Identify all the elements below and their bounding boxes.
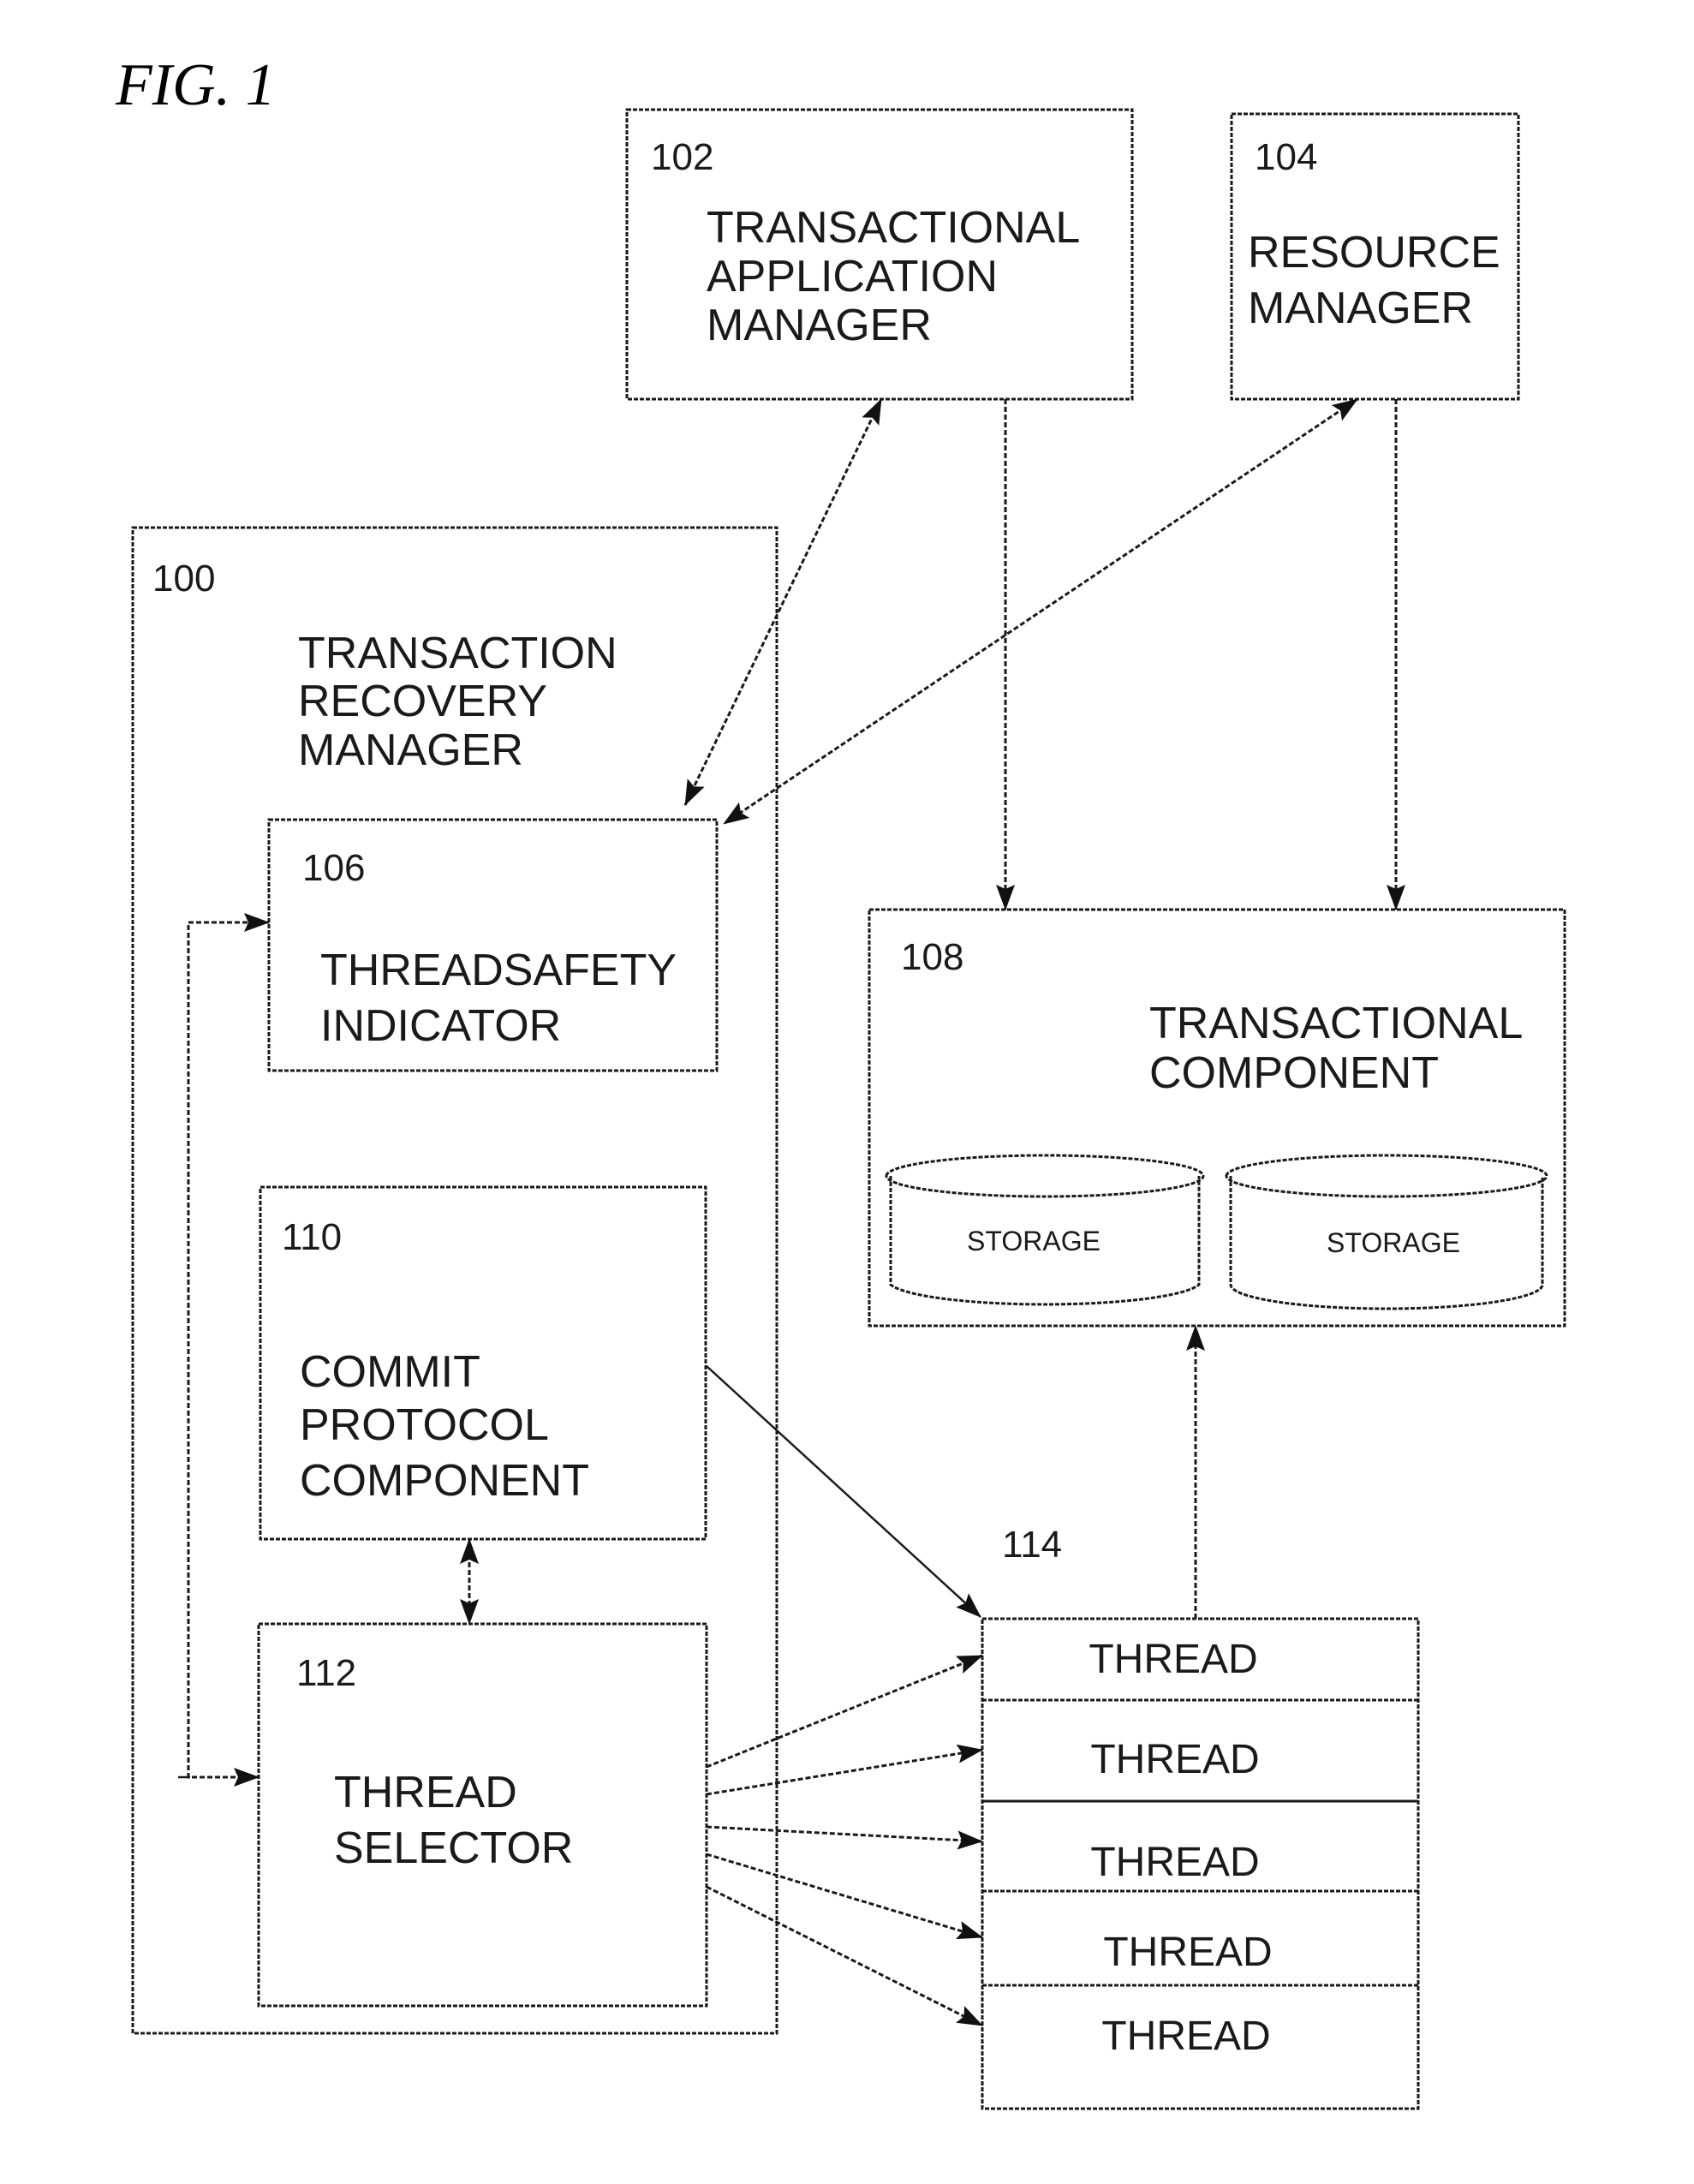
storage-label: STORAGE — [1327, 1227, 1460, 1258]
node-label-line: PROTOCOL — [300, 1400, 549, 1450]
node-thread-selector: 112 THREAD SELECTOR — [257, 1622, 708, 2008]
node-label-line: MANAGER — [298, 725, 523, 775]
thread-item: THREAD — [1101, 2014, 1270, 2059]
thread-item: THREAD — [1103, 1930, 1272, 1975]
node-label-line: APPLICATION — [707, 252, 998, 301]
node-label-line: TRANSACTIONAL — [707, 203, 1080, 253]
reference-number: 102 — [651, 136, 713, 178]
node-label-line: COMPONENT — [1149, 1048, 1439, 1098]
node-thread-pool: 114 THREAD THREAD THREAD THREAD THREAD — [981, 1524, 1420, 2110]
node-label-line: THREADSAFETY — [320, 946, 677, 995]
node-label-line: COMPONENT — [300, 1456, 589, 1506]
reference-number: 104 — [1255, 136, 1317, 178]
node-label-line: COMMIT — [300, 1347, 480, 1397]
node-label-line: MANAGER — [1248, 283, 1473, 333]
storage-label: STORAGE — [967, 1226, 1101, 1256]
node-label-line: MANAGER — [707, 301, 932, 350]
reference-number: 114 — [1002, 1524, 1062, 1566]
node-transactional-component: 108 TRANSACTIONAL COMPONENT STORAGE STOR… — [868, 908, 1566, 1328]
figure-title: FIG. 1 — [115, 52, 276, 118]
node-label-line: INDICATOR — [320, 1001, 561, 1051]
node-transactional-application-manager: 102 TRANSACTIONAL APPLICATION MANAGER — [625, 108, 1134, 401]
node-label-line: RESOURCE — [1248, 228, 1500, 277]
node-box — [868, 908, 1566, 1328]
thread-item: THREAD — [1090, 1737, 1259, 1782]
arrow-104-106 — [723, 397, 1358, 826]
thread-item: THREAD — [1089, 1637, 1257, 1682]
node-resource-manager: 104 RESOURCE MANAGER — [1230, 112, 1520, 401]
reference-number: 112 — [296, 1652, 356, 1694]
reference-number: 106 — [302, 847, 365, 889]
diagram-canvas: FIG. 1 102 TRANSACTIONAL APPLICATION MAN… — [115, 52, 1566, 2110]
node-label-line: THREAD — [334, 1768, 517, 1817]
node-threadsafety-indicator: 106 THREADSAFETY INDICATOR — [267, 818, 719, 1072]
reference-number: 108 — [901, 936, 963, 978]
node-label-line: SELECTOR — [334, 1823, 573, 1873]
node-label-line: RECOVERY — [298, 677, 547, 726]
reference-number: 110 — [282, 1216, 342, 1258]
node-label-line: TRANSACTION — [298, 629, 617, 678]
thread-item: THREAD — [1090, 1840, 1259, 1885]
node-commit-protocol-component: 110 COMMIT PROTOCOL COMPONENT — [259, 1185, 707, 1541]
node-label-line: TRANSACTIONAL — [1149, 999, 1523, 1048]
reference-number: 100 — [152, 558, 215, 600]
